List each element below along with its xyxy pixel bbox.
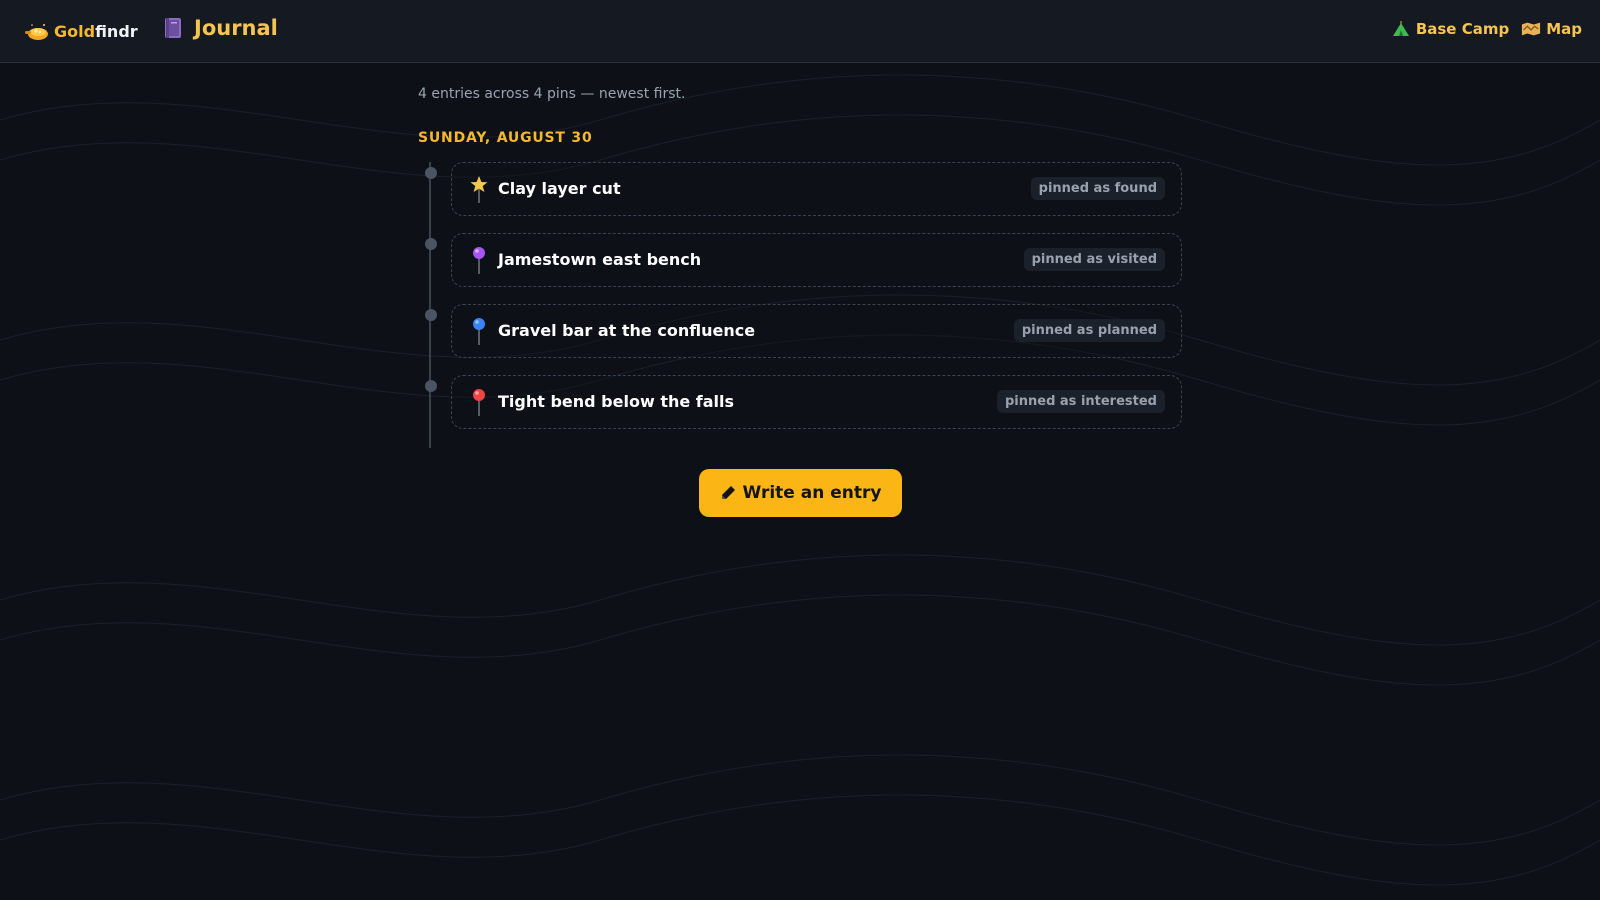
purple-pin-icon xyxy=(473,247,485,274)
background-waves xyxy=(0,74,1600,886)
journal-entry[interactable]: Tight bend below the falls pinned as int… xyxy=(425,375,1182,429)
journal-entry[interactable]: Jamestown east bench pinned as visited xyxy=(425,233,1182,287)
journal-entry[interactable]: Clay layer cut pinned as found xyxy=(425,162,1182,216)
brand-name-rest: findr xyxy=(95,21,138,41)
nav-base-camp[interactable]: Base Camp xyxy=(1391,20,1509,38)
status-badge: pinned as found xyxy=(1030,177,1165,200)
entry-title: Clay layer cut xyxy=(498,179,621,198)
status-badge: pinned as planned xyxy=(1013,319,1165,342)
red-pin-icon xyxy=(473,389,485,416)
nav-map-label: Map xyxy=(1546,20,1582,38)
status-badge: pinned as interested xyxy=(996,390,1165,413)
page-heading: Journal xyxy=(164,16,278,40)
timeline-dot xyxy=(425,167,437,179)
tent-icon xyxy=(1392,21,1409,36)
map-icon xyxy=(1522,22,1541,36)
write-entry-label: Write an entry xyxy=(742,483,882,503)
star-pin-icon xyxy=(470,176,488,203)
pencil-icon xyxy=(721,486,735,499)
status-badge: pinned as visited xyxy=(1023,248,1165,271)
entry-title: Tight bend below the falls xyxy=(498,392,735,411)
gold-pan-icon xyxy=(25,24,48,40)
timeline-dot xyxy=(425,238,437,250)
write-entry-button[interactable]: Write an entry xyxy=(699,469,902,517)
entries-summary: 4 entries across 4 pins — newest first. xyxy=(418,86,686,102)
notebook-icon xyxy=(165,18,181,38)
top-nav: Base Camp Map xyxy=(1391,20,1582,38)
timeline-dot xyxy=(425,309,437,321)
timeline-dot xyxy=(425,380,437,392)
nav-map[interactable]: Map xyxy=(1521,20,1582,38)
brand-logo[interactable]: Gold findr xyxy=(24,19,138,43)
entry-title: Gravel bar at the confluence xyxy=(498,321,756,340)
top-bar: Gold findr Journal Base Camp Map xyxy=(0,0,1600,63)
date-heading: SUNDAY, AUGUST 30 xyxy=(418,130,593,146)
journal-entry[interactable]: Gravel bar at the confluence pinned as p… xyxy=(425,304,1182,358)
entry-title: Jamestown east bench xyxy=(498,250,702,269)
brand-name-accent: Gold xyxy=(54,21,96,41)
timeline-line xyxy=(429,162,431,448)
page-title: Journal xyxy=(194,16,278,40)
nav-base-camp-label: Base Camp xyxy=(1415,20,1510,38)
blue-pin-icon xyxy=(473,318,485,345)
